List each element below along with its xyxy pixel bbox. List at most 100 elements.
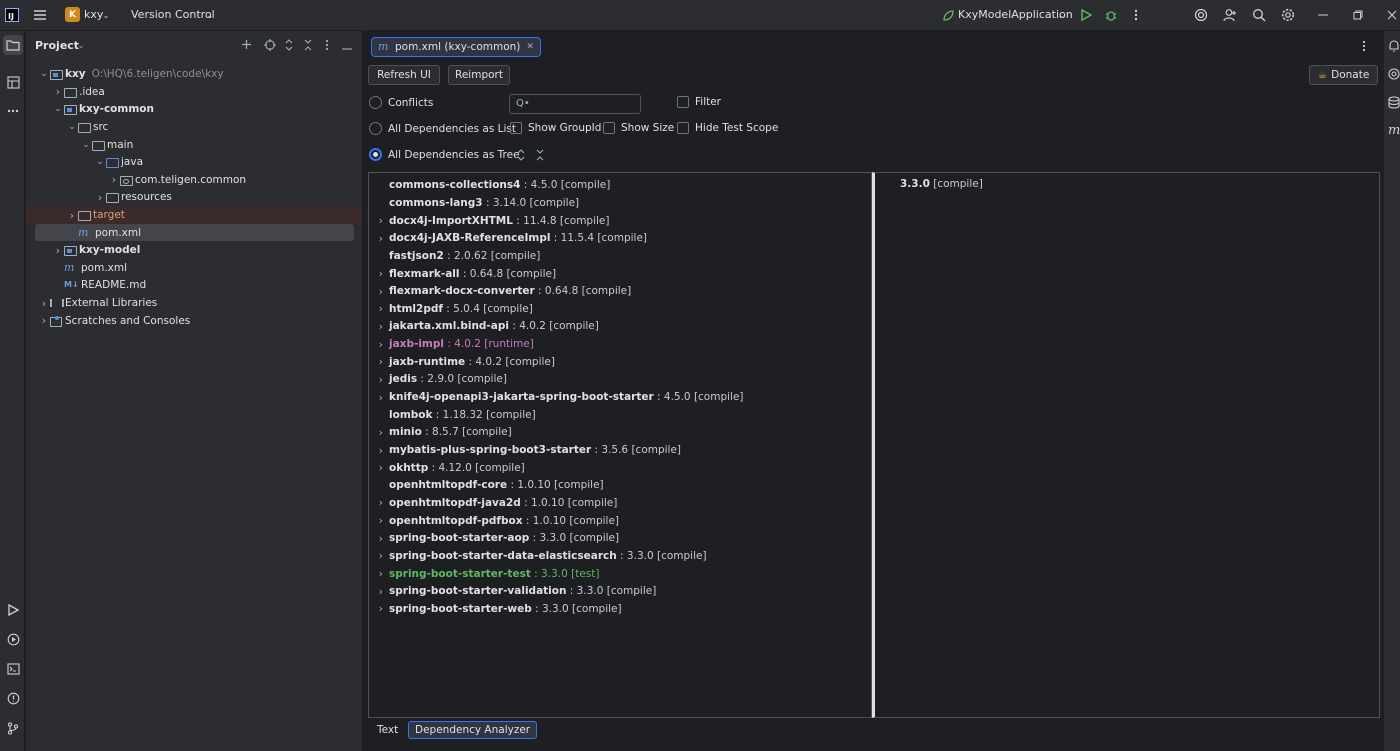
search-icon[interactable] [1250, 0, 1268, 30]
locate-file-icon[interactable] [263, 39, 277, 53]
chevron-down-icon[interactable]: ⌄ [80, 140, 92, 150]
chevron-right-icon[interactable]: › [66, 209, 78, 222]
dependency-row[interactable]: openhtmltopdf-core : 1.0.10 [compile] [369, 477, 869, 495]
chevron-right-icon[interactable]: › [369, 285, 389, 298]
tree-item[interactable]: › kxy-model [26, 242, 362, 260]
dependency-row[interactable]: › jaxb-impl : 4.0.2 [runtime] [369, 335, 869, 353]
tree-item[interactable]: › Scratches and Consoles [26, 312, 362, 330]
project-panel-title[interactable]: Project [35, 39, 79, 52]
chevron-right-icon[interactable]: › [369, 549, 389, 562]
chevron-right-icon[interactable]: › [369, 461, 389, 474]
dependency-row[interactable]: › spring-boot-starter-test : 3.3.0 [test] [369, 565, 869, 583]
dependency-row[interactable]: › flexmark-all : 0.64.8 [compile] [369, 265, 869, 283]
tree-item[interactable]: M↓ README.md [26, 277, 362, 295]
chevron-right-icon[interactable]: › [369, 585, 389, 598]
dependency-row[interactable]: › jakarta.xml.bind-api : 4.0.2 [compile] [369, 318, 869, 336]
tree-item[interactable]: ⌄ kxy-common [26, 101, 362, 119]
dependency-row[interactable]: › jaxb-runtime : 4.0.2 [compile] [369, 353, 869, 371]
editor-options-icon[interactable] [1362, 40, 1366, 55]
text-tab[interactable]: Text [371, 721, 404, 739]
chevron-right-icon[interactable]: › [52, 244, 64, 257]
dependency-row[interactable]: › jedis : 2.9.0 [compile] [369, 371, 869, 389]
chevron-right-icon[interactable]: › [94, 191, 106, 204]
dependency-row[interactable]: fastjson2 : 2.0.62 [compile] [369, 247, 869, 265]
project-folder-icon[interactable] [3, 35, 23, 55]
git-icon[interactable] [3, 718, 23, 738]
terminal-icon[interactable] [3, 659, 23, 679]
tree-item[interactable]: › com.teligen.common [26, 171, 362, 189]
chevron-right-icon[interactable]: › [369, 444, 389, 457]
options-icon[interactable] [320, 39, 334, 53]
chevron-down-icon[interactable]: ⌄ [101, 0, 111, 30]
list-option[interactable]: All Dependencies as List [369, 122, 516, 135]
tree-item[interactable]: ⌄ src [26, 118, 362, 136]
database-icon[interactable] [1388, 96, 1400, 112]
chevron-right-icon[interactable]: › [369, 391, 389, 404]
restore-icon[interactable] [1351, 0, 1365, 30]
chevron-right-icon[interactable]: › [52, 85, 64, 98]
dependency-row[interactable]: › spring-boot-starter-data-elasticsearch … [369, 547, 869, 565]
dependency-row[interactable]: › openhtmltopdf-pdfbox : 1.0.10 [compile] [369, 512, 869, 530]
dependency-row[interactable]: › docx4j-ImportXHTML : 11.4.8 [compile] [369, 212, 869, 230]
chevron-right-icon[interactable]: › [369, 355, 389, 368]
show-groupid-checkbox[interactable] [510, 122, 522, 134]
reimport-button[interactable]: Reimport [448, 65, 510, 85]
version-control-menu[interactable]: Version Control [131, 0, 215, 30]
chevron-down-icon[interactable]: ⌄ [66, 122, 78, 132]
list-radio[interactable] [369, 122, 382, 135]
close-icon[interactable] [1385, 0, 1399, 30]
show-size-option[interactable]: Show Size [603, 122, 674, 134]
dependency-row[interactable]: › docx4j-JAXB-ReferenceImpl : 11.5.4 [com… [369, 229, 869, 247]
tree-radio[interactable] [369, 148, 382, 161]
chevron-down-icon[interactable]: ⌄ [74, 39, 88, 53]
donate-button[interactable]: ☕ Donate [1309, 65, 1378, 85]
chevron-right-icon[interactable]: › [369, 320, 389, 333]
chevron-right-icon[interactable]: › [369, 602, 389, 615]
notifications-icon[interactable] [1388, 39, 1400, 55]
chevron-right-icon[interactable]: › [369, 532, 389, 545]
project-badge[interactable]: K [65, 7, 80, 22]
chevron-right-icon[interactable]: › [108, 173, 120, 186]
chevron-right-icon[interactable]: › [369, 302, 389, 315]
dependency-row[interactable]: › html2pdf : 5.0.4 [compile] [369, 300, 869, 318]
debug-icon[interactable] [1103, 0, 1119, 30]
chevron-down-icon[interactable]: ⌄ [94, 157, 106, 167]
show-size-checkbox[interactable] [603, 122, 615, 134]
chevron-right-icon[interactable]: › [38, 314, 50, 327]
dependency-row[interactable]: › spring-boot-starter-web : 3.3.0 [compil… [369, 600, 869, 618]
show-groupid-option[interactable]: Show GroupId [510, 122, 601, 134]
editor-file-tab[interactable]: m pom.xml (kxy-common) ✕ [371, 37, 541, 57]
conflicts-radio[interactable] [369, 96, 382, 109]
tree-option[interactable]: All Dependencies as Tree [369, 148, 520, 161]
chevron-right-icon[interactable]: › [369, 496, 389, 509]
collapse-all-icon[interactable] [535, 149, 545, 164]
more-tools-icon[interactable] [3, 101, 23, 121]
chevron-right-icon[interactable]: › [369, 232, 389, 245]
tree-item[interactable]: › .idea [26, 83, 362, 101]
close-tab-icon[interactable]: ✕ [526, 42, 534, 52]
dependency-row[interactable]: commons-collections4 : 4.5.0 [compile] [369, 177, 869, 195]
dependency-row[interactable]: › spring-boot-starter-aop : 3.3.0 [compil… [369, 530, 869, 548]
chevron-right-icon[interactable]: › [369, 567, 389, 580]
tree-item[interactable]: ⌄ main [26, 136, 362, 154]
dependency-row[interactable]: commons-lang3 : 3.14.0 [compile] [369, 194, 869, 212]
filter-option[interactable]: Filter [677, 96, 721, 108]
dependency-row[interactable]: › minio : 8.5.7 [compile] [369, 424, 869, 442]
tree-item[interactable]: › target [26, 206, 362, 224]
dependency-row[interactable]: › openhtmltopdf-java2d : 1.0.10 [compile] [369, 494, 869, 512]
tree-item[interactable]: ⌄ java [26, 154, 362, 172]
chevron-down-icon[interactable]: ⌄ [52, 104, 64, 114]
settings-gear-icon[interactable] [1279, 0, 1297, 30]
hide-test-scope-checkbox[interactable] [677, 122, 689, 134]
minimize-icon[interactable] [1316, 0, 1330, 30]
add-user-icon[interactable] [1221, 0, 1239, 30]
tree-item[interactable]: m pom.xml [35, 223, 354, 242]
maven-tool-icon[interactable]: m [1388, 123, 1400, 138]
more-actions-icon[interactable] [1130, 0, 1142, 30]
dependency-row[interactable]: › knife4j-openapi3-jakarta-spring-boot-st… [369, 388, 869, 406]
expand-all-icon[interactable] [282, 39, 296, 53]
chevron-right-icon[interactable]: › [369, 214, 389, 227]
main-menu-icon[interactable] [30, 0, 50, 30]
chevron-right-icon[interactable]: › [38, 297, 50, 310]
chevron-down-icon[interactable]: ⌄ [38, 69, 50, 79]
